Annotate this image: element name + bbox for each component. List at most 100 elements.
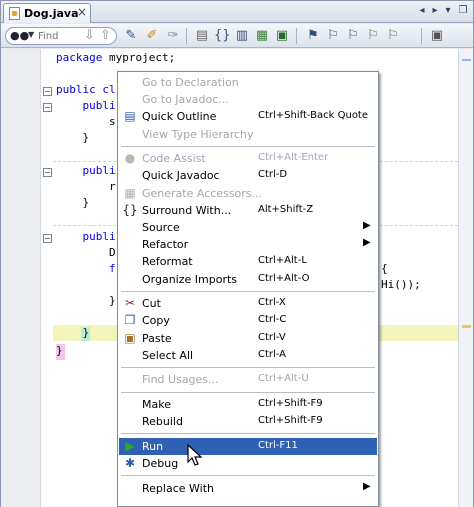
macro-icon[interactable]: ✑ — [165, 28, 181, 44]
menu-item-label: Code Assist — [142, 152, 206, 166]
chevron-down-icon[interactable]: ▼ — [28, 30, 34, 39]
code-line: publi — [56, 99, 116, 112]
menu-separator — [121, 475, 375, 477]
restore-window-icon[interactable]: ❐ — [457, 5, 469, 17]
menu-item-label: Make — [142, 398, 171, 411]
menu-item-select-all[interactable]: Select All Ctrl-A — [119, 347, 377, 364]
menu-item-reformat[interactable]: Reformat Ctrl+Alt-L — [119, 253, 377, 270]
code-line: public cl — [56, 83, 116, 96]
current-line-mark[interactable] — [462, 325, 471, 328]
menu-item-shortcut: Ctrl-D — [258, 169, 288, 181]
editor-toolbar: ●● ▼ ⇩ ⇧ ✎ ✐ ✑ ▤ {} ▥ ▦ ▣ ⚑ ⚐ ⚐ ⚐ ⚐ ▣ — [1, 24, 473, 48]
run-icon: ▶ — [125, 438, 135, 453]
menu-item-run[interactable]: ▶ Run Ctrl-F11 — [119, 437, 377, 455]
code-line: } — [56, 131, 90, 144]
code-fragment: Hi()); — [381, 278, 421, 291]
copy-icon: ❐ — [124, 313, 136, 328]
menu-item-label: Go to Declaration — [142, 76, 239, 89]
menu-item-label: Copy — [142, 314, 170, 328]
mouse-cursor-icon — [187, 444, 203, 466]
menu-item-make[interactable]: Make Ctrl+Shift-F9 — [119, 396, 377, 413]
find-prev-icon[interactable]: ⇩ — [84, 28, 95, 43]
format-icon[interactable]: ▦ — [254, 28, 270, 44]
menu-item-shortcut: Ctrl-X — [258, 297, 286, 309]
menu-item-label: Rebuild — [142, 415, 183, 429]
find-next-icon[interactable]: ⇧ — [100, 28, 111, 43]
menu-separator — [121, 145, 375, 147]
menu-item-go-to-javadoc: Go to Javadoc... — [119, 91, 377, 108]
menu-item-refactor[interactable]: Refactor ▶ — [119, 236, 377, 253]
context-menu: Go to Declaration Go to Javadoc... ▤ Quick … — [117, 71, 379, 507]
prev-bookmark-icon[interactable]: ⚐ — [325, 28, 341, 44]
find-box[interactable]: ●● ▼ ⇩ ⇧ — [5, 27, 117, 45]
shift-left-icon[interactable]: ▤ — [194, 28, 210, 44]
code-line: D — [56, 246, 116, 259]
binoculars-icon[interactable]: ●● — [10, 29, 29, 42]
fold-toggle-icon[interactable]: − — [43, 103, 52, 112]
menu-item-label: Find Usages... — [142, 373, 219, 387]
code-line: r — [56, 180, 116, 193]
menu-item-label: Cut — [142, 297, 161, 311]
menu-item-copy[interactable]: ❐ Copy Ctrl-C — [119, 312, 377, 329]
toolbar-separator — [296, 28, 297, 44]
menu-item-quick-javadoc[interactable]: Quick Javadoc Ctrl-D — [119, 167, 377, 184]
toolbar-separator — [186, 28, 187, 44]
menu-item-surround-with[interactable]: {} Surround With... Alt+Shift-Z — [119, 202, 377, 219]
menu-item-label: Generate Accessors... — [142, 186, 263, 200]
menu-item-label: Go to Javadoc... — [142, 93, 229, 107]
menu-item-label: View Type Hierarchy — [142, 127, 254, 141]
surround-icon: {} — [122, 202, 138, 217]
tab-dog-java[interactable]: Dog.java × — [3, 3, 91, 23]
close-tab-icon[interactable]: × — [77, 5, 87, 19]
fold-toggle-icon[interactable]: − — [43, 234, 52, 243]
find-input[interactable] — [38, 29, 78, 43]
scroll-left-icon[interactable]: ◂ — [416, 5, 428, 17]
menu-separator — [121, 367, 375, 368]
menu-item-shortcut: Ctrl+Shift-Back Quote — [258, 110, 369, 122]
debug-icon: ✱ — [124, 456, 136, 470]
menu-item-label: Run — [142, 439, 164, 453]
java-file-icon — [9, 7, 20, 20]
fold-toggle-icon[interactable]: − — [43, 168, 52, 177]
submenu-arrow-icon: ▶ — [363, 220, 371, 231]
toggle-rectangular-icon[interactable]: ✐ — [144, 28, 160, 44]
menu-item-go-to-declaration: Go to Declaration — [119, 74, 377, 91]
menu-item-paste[interactable]: ▣ Paste Ctrl-V — [119, 330, 377, 347]
menu-item-label: Refactor — [142, 238, 189, 252]
menu-item-label: Source — [142, 221, 180, 234]
tab-bar: Dog.java × ◂ ▸ ▾ ❐ — [1, 1, 473, 23]
braces-icon[interactable]: {} — [214, 28, 231, 44]
tab-list-icon[interactable]: ▾ — [442, 5, 454, 17]
toggle-highlight-icon[interactable]: ✎ — [123, 28, 139, 44]
shift-right-icon[interactable]: ▥ — [234, 28, 250, 44]
menu-separator — [121, 391, 375, 393]
toggle-bookmark-icon[interactable]: ⚑ — [305, 28, 321, 44]
menu-item-quick-outline[interactable]: ▤ Quick Outline Ctrl+Shift-Back Quote — [119, 108, 377, 125]
menu-item-shortcut: Ctrl-V — [258, 331, 286, 343]
comment-icon[interactable]: ▣ — [274, 28, 290, 44]
menu-item-shortcut: Ctrl+Alt-L — [258, 255, 307, 267]
next-bookmark-icon[interactable]: ⚐ — [345, 28, 361, 44]
menu-item-view-type-hierarchy: View Type Hierarchy — [119, 126, 377, 143]
menu-item-debug[interactable]: ✱ Debug — [119, 455, 377, 472]
stop-icon[interactable]: ▣ — [429, 28, 445, 44]
menu-item-source[interactable]: Source ▶ — [119, 219, 377, 236]
menu-item-organize-imports[interactable]: Organize Imports Ctrl+Alt-O — [119, 271, 377, 288]
menu-item-label: Reformat — [142, 255, 193, 269]
submenu-arrow-icon: ▶ — [363, 237, 371, 249]
status-mark[interactable] — [462, 59, 471, 61]
uncomment-icon[interactable]: ⚐ — [365, 28, 381, 44]
fold-toggle-icon[interactable]: − — [43, 87, 52, 96]
menu-item-label: Paste — [142, 331, 172, 345]
menu-item-rebuild[interactable]: Rebuild Ctrl+Shift-F9 — [119, 413, 377, 430]
code-line: publi — [56, 164, 116, 177]
menu-item-label: Organize Imports — [142, 272, 238, 286]
menu-item-cut[interactable]: ✂ Cut Ctrl-X — [119, 295, 377, 312]
diff-icon[interactable]: ⚐ — [385, 28, 401, 44]
code-fragment: { — [381, 262, 388, 275]
menu-item-replace-with[interactable]: Replace With ▶ — [119, 480, 377, 497]
error-stripe[interactable] — [458, 49, 473, 507]
menu-item-shortcut: Ctrl-A — [258, 348, 287, 360]
code-line: } — [56, 344, 63, 357]
scroll-right-icon[interactable]: ▸ — [429, 5, 441, 17]
